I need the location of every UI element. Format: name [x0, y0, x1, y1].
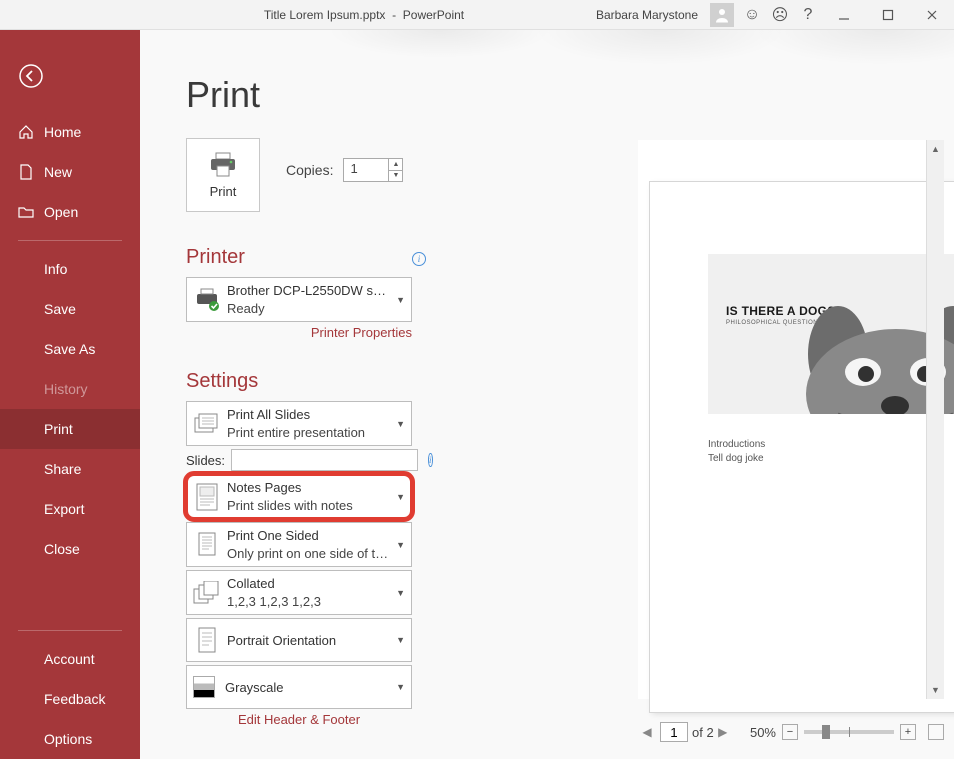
- printer-status: Ready: [227, 300, 389, 318]
- zoom-fit-button[interactable]: [928, 724, 944, 740]
- next-page-button[interactable]: ▶: [714, 725, 732, 739]
- sidebar-separator: [18, 240, 122, 241]
- backstage-sidebar: Home New Open Info Save Save As History …: [0, 30, 140, 759]
- nav-home-label: Home: [44, 124, 81, 140]
- back-button[interactable]: [0, 56, 140, 96]
- printer-name: Brother DCP-L2550DW serie...: [227, 282, 389, 300]
- printer-dropdown[interactable]: Brother DCP-L2550DW serie... Ready ▼: [186, 277, 412, 322]
- edit-header-footer-link[interactable]: Edit Header & Footer: [186, 712, 412, 727]
- printer-section-header: Printer i: [186, 246, 426, 269]
- app-name: PowerPoint: [403, 8, 464, 22]
- setting-which-slides[interactable]: Print All Slides Print entire presentati…: [186, 401, 412, 446]
- setting-collate[interactable]: Collated 1,2,3 1,2,3 1,2,3 ▼: [186, 570, 412, 615]
- settings-section-header: Settings: [186, 370, 426, 393]
- print-label: Print: [210, 184, 237, 199]
- slides-info-icon[interactable]: i: [428, 453, 433, 467]
- notes-pages-icon: [193, 482, 221, 512]
- dropdown-caret-icon: ▼: [396, 419, 405, 429]
- printer-ready-icon: [193, 285, 221, 315]
- setting-color[interactable]: Grayscale ▼: [186, 665, 412, 709]
- user-avatar[interactable]: [710, 3, 734, 27]
- scroll-up-icon[interactable]: ▲: [927, 140, 944, 158]
- prev-page-button[interactable]: ◀: [638, 725, 656, 739]
- preview-footer: ◀ of 2 ▶ 50% − +: [638, 717, 944, 747]
- nav-save[interactable]: Save: [0, 289, 140, 329]
- scroll-down-icon[interactable]: ▼: [927, 681, 944, 699]
- grayscale-swatch-icon: [193, 676, 215, 698]
- preview-notes-text: Introductions Tell dog joke: [708, 438, 765, 466]
- current-page-input[interactable]: [660, 722, 688, 742]
- copies-spinner[interactable]: ▲▼: [388, 159, 402, 181]
- nav-feedback[interactable]: Feedback: [0, 679, 140, 719]
- feedback-smile-icon[interactable]: ☺: [738, 0, 766, 30]
- nav-account[interactable]: Account: [0, 639, 140, 679]
- minimize-button[interactable]: [822, 0, 866, 30]
- feedback-frown-icon[interactable]: ☹: [766, 0, 794, 30]
- close-window-button[interactable]: [910, 0, 954, 30]
- print-backstage: Print Print Copies: 1 ▲▼: [140, 30, 954, 759]
- nav-open[interactable]: Open: [0, 192, 140, 232]
- page-total: of 2: [692, 725, 714, 740]
- collated-icon: [193, 578, 221, 608]
- one-sided-icon: [193, 530, 221, 560]
- printer-properties-link[interactable]: Printer Properties: [186, 325, 412, 340]
- preview-scrollbar[interactable]: ▲ ▼: [926, 140, 944, 699]
- print-button[interactable]: Print: [186, 138, 260, 212]
- dropdown-caret-icon: ▼: [396, 492, 405, 502]
- preview-notes-page[interactable]: IS THERE A DOG? PHILOSOPHICAL QUESTIONS: [650, 182, 954, 712]
- titlebar: Title Lorem Ipsum.pptx - PowerPoint Barb…: [0, 0, 954, 30]
- nav-home[interactable]: Home: [0, 112, 140, 152]
- setting-print-layout[interactable]: Notes Pages Print slides with notes ▼: [186, 474, 412, 519]
- sidebar-separator-2: [18, 630, 122, 631]
- zoom-in-button[interactable]: +: [900, 724, 916, 740]
- zoom-slider[interactable]: [804, 730, 894, 734]
- setting-sides[interactable]: Print One Sided Only print on one side o…: [186, 522, 412, 567]
- nav-options[interactable]: Options: [0, 719, 140, 759]
- new-icon: [18, 164, 34, 180]
- nav-print[interactable]: Print: [0, 409, 140, 449]
- user-name[interactable]: Barbara Marystone: [588, 8, 706, 22]
- window-title: Title Lorem Ipsum.pptx - PowerPoint: [0, 8, 588, 22]
- dropdown-caret-icon: ▼: [396, 295, 405, 305]
- printer-icon: [208, 152, 238, 178]
- nav-close[interactable]: Close: [0, 529, 140, 569]
- page-title: Print: [186, 74, 426, 116]
- portrait-icon: [193, 625, 221, 655]
- help-button[interactable]: ?: [794, 0, 822, 30]
- print-preview: IS THERE A DOG? PHILOSOPHICAL QUESTIONS: [638, 140, 944, 699]
- nav-info[interactable]: Info: [0, 249, 140, 289]
- nav-export[interactable]: Export: [0, 489, 140, 529]
- copies-input[interactable]: 1 ▲▼: [343, 158, 403, 182]
- preview-slide-thumb: IS THERE A DOG? PHILOSOPHICAL QUESTIONS: [708, 254, 954, 414]
- dropdown-caret-icon: ▼: [396, 588, 405, 598]
- dropdown-caret-icon: ▼: [396, 540, 405, 550]
- maximize-button[interactable]: [866, 0, 910, 30]
- nav-history: History: [0, 369, 140, 409]
- nav-new[interactable]: New: [0, 152, 140, 192]
- home-icon: [18, 124, 34, 140]
- slides-all-icon: [193, 409, 221, 439]
- zoom-value: 50%: [750, 725, 776, 740]
- nav-save-as[interactable]: Save As: [0, 329, 140, 369]
- dropdown-caret-icon: ▼: [396, 635, 405, 645]
- nav-new-label: New: [44, 164, 72, 180]
- printer-info-icon[interactable]: i: [412, 252, 426, 266]
- nav-open-label: Open: [44, 204, 78, 220]
- setting-orientation[interactable]: Portrait Orientation ▼: [186, 618, 412, 662]
- filename: Title Lorem Ipsum.pptx: [264, 8, 386, 22]
- nav-share[interactable]: Share: [0, 449, 140, 489]
- zoom-handle[interactable]: [822, 725, 830, 739]
- slides-range-input[interactable]: [231, 449, 418, 471]
- zoom-out-button[interactable]: −: [782, 724, 798, 740]
- slides-range-label: Slides:: [186, 453, 225, 468]
- copies-value: 1: [350, 161, 357, 176]
- dropdown-caret-icon: ▼: [396, 682, 405, 692]
- open-icon: [18, 204, 34, 220]
- copies-label: Copies:: [286, 162, 333, 178]
